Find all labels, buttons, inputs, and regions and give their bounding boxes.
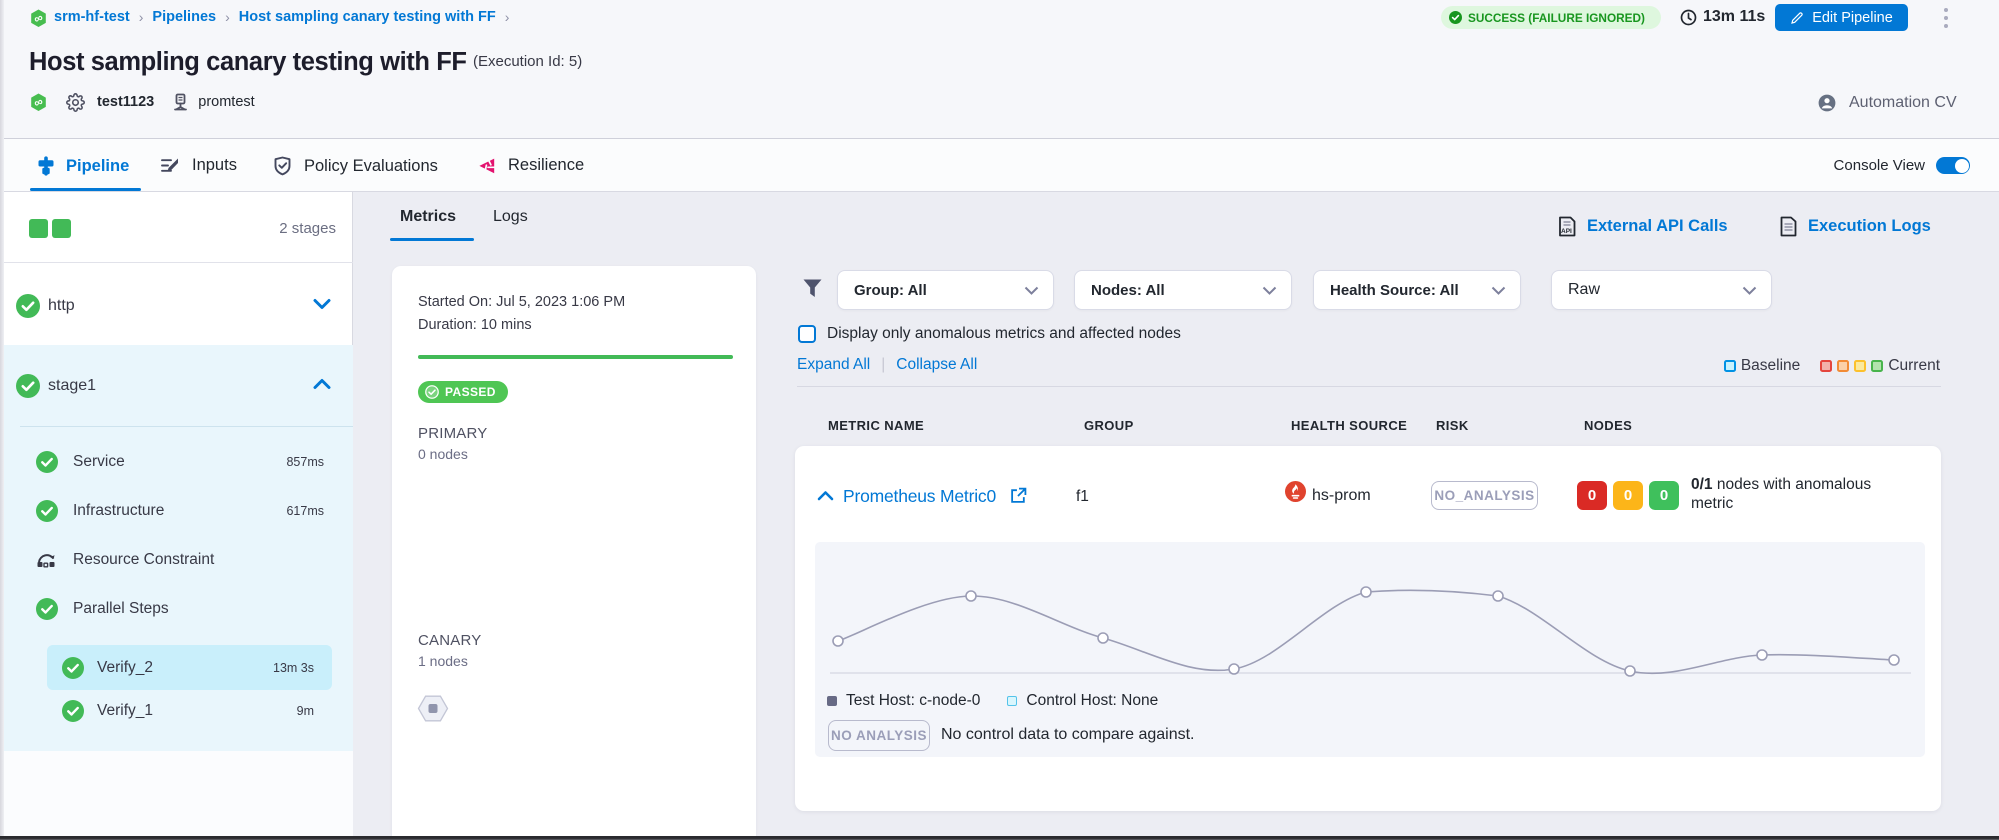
svg-text:API: API — [1561, 228, 1572, 235]
